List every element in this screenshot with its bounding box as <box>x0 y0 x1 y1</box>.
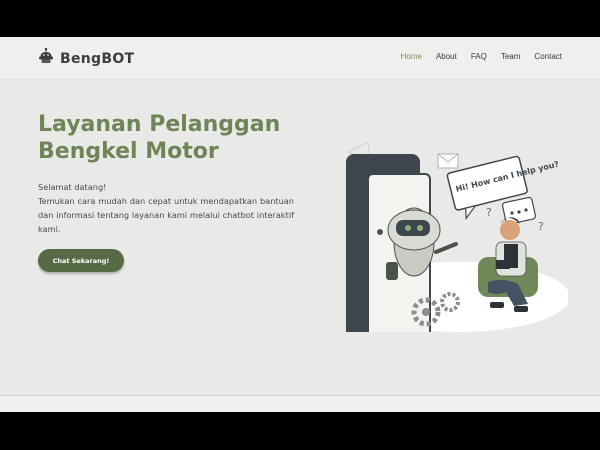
robot-icon <box>38 47 54 69</box>
hero-description-text: Temukan cara mudah dan cepat untuk menda… <box>38 196 294 234</box>
hero-title-line-2: Bengkel Motor <box>38 139 219 164</box>
navbar: BengBOT Home About FAQ Team Contact <box>0 37 600 80</box>
nav-team[interactable]: Team <box>501 52 521 61</box>
chat-now-button[interactable]: Chat Sekarang! <box>38 249 124 272</box>
nav-contact[interactable]: Contact <box>534 52 562 61</box>
nav-faq[interactable]: FAQ <box>471 52 487 61</box>
brand-name: BengBOT <box>60 50 135 67</box>
brand[interactable]: BengBOT <box>38 47 135 69</box>
hero-title-line-1: Layanan Pelanggan <box>38 112 281 137</box>
main-nav: Home About FAQ Team Contact <box>401 52 562 61</box>
hero-illustration: Hi! How can I help you? ? ? <box>328 112 570 354</box>
hero-greeting: Selamat datang! <box>38 182 107 192</box>
nav-home[interactable]: Home <box>401 52 422 61</box>
footer <box>0 396 600 412</box>
page: BengBOT Home About FAQ Team Contact Laya… <box>0 37 600 412</box>
nav-about[interactable]: About <box>436 52 457 61</box>
svg-text:?: ? <box>486 206 492 219</box>
hero-description: Selamat datang! Temukan cara mudah dan c… <box>38 180 294 236</box>
svg-text:?: ? <box>538 220 544 233</box>
hero-title: Layanan Pelanggan Bengkel Motor <box>38 111 318 165</box>
